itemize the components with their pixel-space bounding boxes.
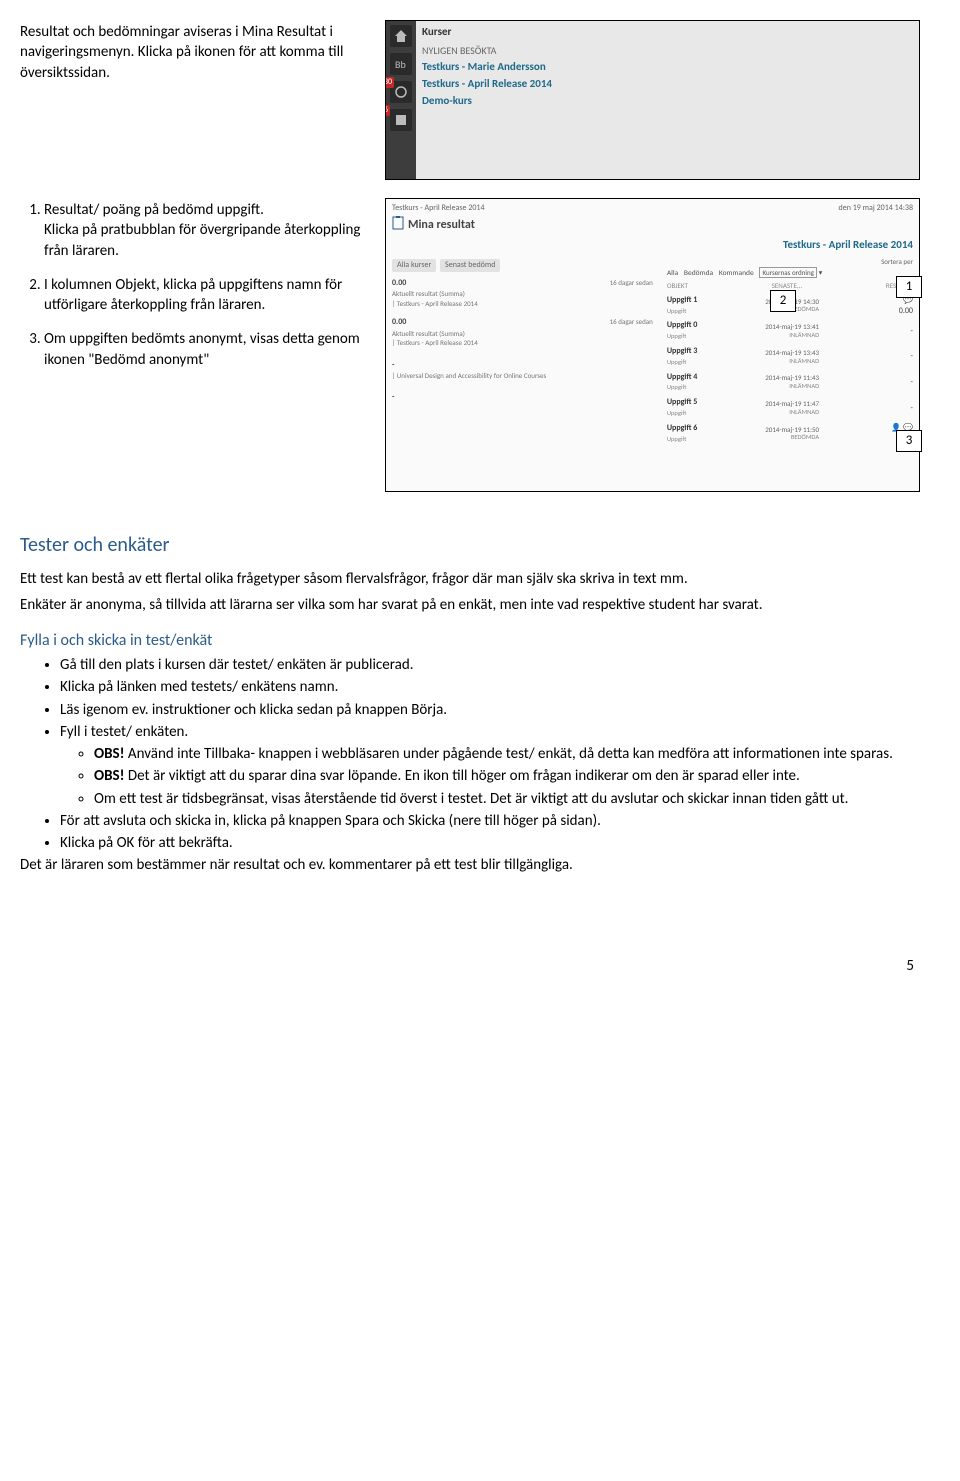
page-number: 5: [20, 956, 920, 976]
callout-3: 3: [896, 430, 922, 452]
assignment-row[interactable]: Uppgift 5Uppgift 2014-maj-19 11:47INLÄMN…: [667, 397, 913, 419]
mr-header-left: Testkurs - April Release 2014: [392, 203, 485, 214]
alert-icon[interactable]: 6: [390, 109, 412, 131]
mr-header-right: den 19 maj 2014 14:38: [839, 203, 913, 214]
filter-kommande[interactable]: Kommande: [719, 269, 754, 279]
tests-heading: Tester och enkäter: [20, 532, 920, 559]
badge-30: 30: [385, 77, 394, 88]
list-item: OBS! Använd inte Tillbaka- knappen i web…: [94, 744, 920, 764]
course-link[interactable]: Testkurs - Marie Andersson: [422, 60, 913, 75]
step-2: I kolumnen Objekt, klicka på uppgiftens …: [44, 275, 375, 316]
assignment-row[interactable]: Uppgift 3Uppgift 2014-maj-19 13:43INLÄMN…: [667, 346, 913, 368]
course-link[interactable]: Demo-kurs: [422, 94, 913, 109]
col-objekt: OBJEKT: [667, 281, 688, 290]
nyligen-label: NYLIGEN BESÖKTA: [422, 44, 913, 58]
step-3: Om uppgiften bedömts anonymt, visas dett…: [44, 329, 375, 370]
list-item: Fyll i testet/ enkäten. OBS! Använd inte…: [60, 722, 920, 809]
list-item: Om ett test är tidsbegränsat, visas åter…: [94, 789, 920, 809]
list-item: För att avsluta och skicka in, klicka på…: [60, 811, 920, 831]
step-1: Resultat/ poäng på bedömd uppgift. Klick…: [44, 200, 375, 261]
tests-p2: Enkäter är anonyma, så tillvida att lära…: [20, 595, 920, 615]
course-link[interactable]: Testkurs - April Release 2014: [422, 77, 913, 92]
steps-column: Resultat/ poäng på bedömd uppgift. Klick…: [20, 198, 375, 492]
assignment-row[interactable]: Uppgift 4Uppgift 2014-maj-19 11:43INLÄMN…: [667, 372, 913, 394]
bb-icon[interactable]: Bb: [390, 53, 412, 75]
svg-text:Bb: Bb: [395, 58, 406, 71]
assignment-row[interactable]: Uppgift 0Uppgift 2014-maj-19 13:41INLÄMN…: [667, 320, 913, 342]
results-icon[interactable]: 30: [390, 81, 412, 103]
kurser-title: Kurser: [422, 25, 913, 40]
list-item: Klicka på OK för att bekräfta.: [60, 833, 920, 853]
list-item: Gå till den plats i kursen där testet/ e…: [60, 655, 920, 675]
list-item: OBS! Det är viktigt att du sparar dina s…: [94, 766, 920, 786]
intro-text: Resultat och bedömningar aviseras i Mina…: [20, 20, 375, 180]
tests-p1: Ett test kan bestå av ett flertal olika …: [20, 569, 920, 589]
tab-senast-bedomd[interactable]: Senast bedömd: [440, 259, 500, 272]
callout-2: 2: [770, 290, 796, 312]
sort-label: Sortera per: [667, 257, 913, 266]
list-item: Klicka på länken med testets/ enkätens n…: [60, 677, 920, 697]
sort-select[interactable]: Kursernas ordning: [759, 267, 817, 278]
dropdown-icon[interactable]: ▾: [819, 269, 823, 278]
intro-paragraph: Resultat och bedömningar aviseras i Mina…: [20, 22, 375, 83]
mina-resultat-panel: Testkurs - April Release 2014 den 19 maj…: [385, 198, 920, 492]
assignment-row[interactable]: Uppgift 6Uppgift 2014-maj-19 11:50BEDÖMD…: [667, 423, 913, 445]
course-link-header[interactable]: Testkurs - April Release 2014: [392, 238, 913, 253]
kurser-panel: Bb 30 6 Kurser NYLIGEN BESÖKTA Testkurs …: [385, 20, 920, 180]
tab-alla-kurser[interactable]: Alla kurser: [392, 259, 436, 272]
mina-resultat-title: Mina resultat: [408, 217, 475, 233]
callout-1: 1: [896, 276, 922, 298]
clipboard-icon: [392, 216, 404, 234]
fylla-list: Gå till den plats i kursen där testet/ e…: [20, 655, 920, 853]
nav-sidestrip: Bb 30 6: [386, 21, 416, 179]
home-icon[interactable]: [390, 25, 412, 47]
badge-6: 6: [385, 105, 390, 116]
filter-alla[interactable]: Alla: [667, 269, 678, 279]
filter-bedomda[interactable]: Bedömda: [684, 269, 713, 279]
tests-final: Det är läraren som bestämmer när resulta…: [20, 855, 920, 875]
fylla-heading: Fylla i och skicka in test/enkät: [20, 630, 920, 652]
list-item: Läs igenom ev. instruktioner och klicka …: [60, 700, 920, 720]
